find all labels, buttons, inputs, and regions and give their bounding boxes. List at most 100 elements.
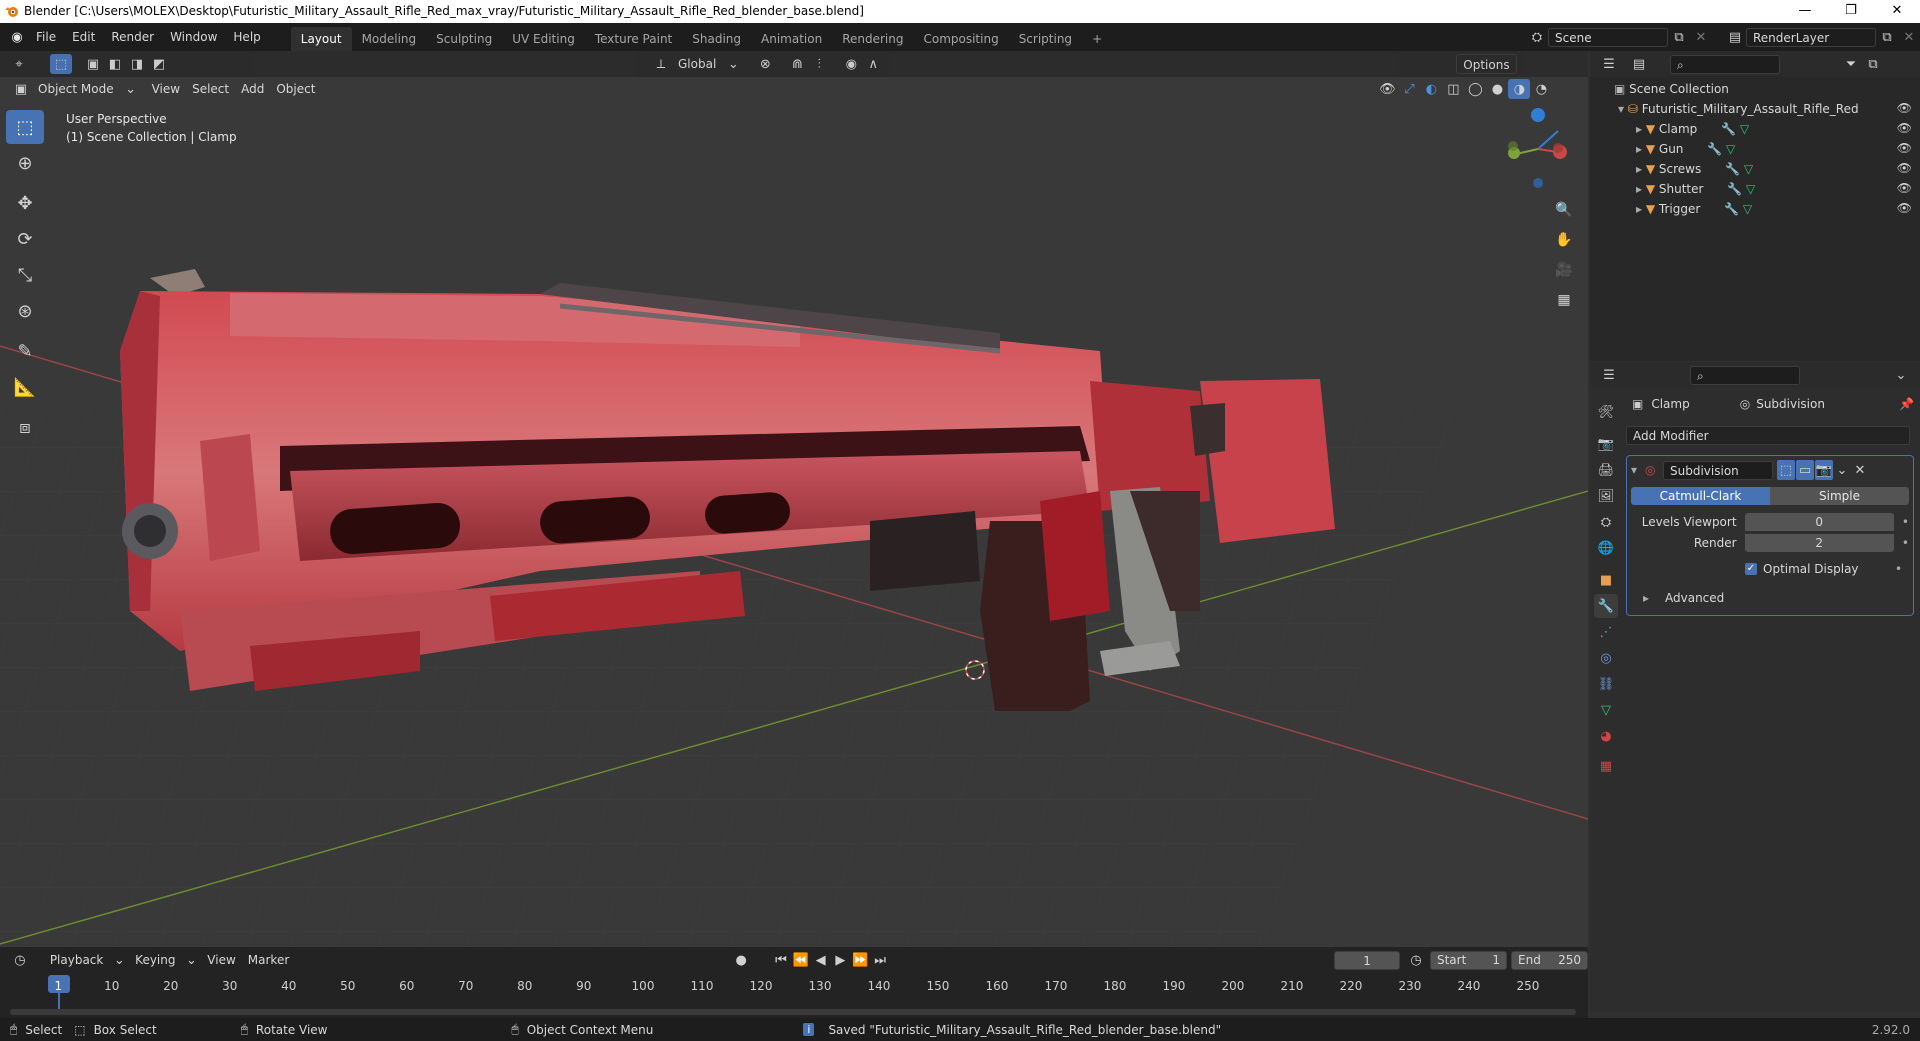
render-layer-field[interactable]: RenderLayer: [1746, 27, 1876, 47]
menu-object[interactable]: Object: [270, 79, 321, 99]
render-tab-icon[interactable]: 📷: [1594, 432, 1618, 456]
select-subtract-icon[interactable]: ◨: [126, 54, 148, 74]
modifier-menu-icon[interactable]: ⌄: [1833, 460, 1851, 480]
add-cube-tool-icon[interactable]: ⧈: [6, 410, 44, 444]
minimize-button[interactable]: —: [1782, 0, 1828, 23]
menu-window[interactable]: Window: [162, 25, 225, 49]
visibility-icon[interactable]: 👁: [1376, 79, 1398, 99]
modifier-name-field[interactable]: Subdivision: [1663, 460, 1773, 480]
render-toggle-icon[interactable]: 📷: [1815, 460, 1833, 480]
select-box-tool-icon[interactable]: ⬚: [6, 110, 44, 144]
new-collection-icon[interactable]: ⧉: [1862, 54, 1884, 74]
trigger-visibility-icon[interactable]: 👁: [1897, 201, 1912, 215]
tab-sculpting[interactable]: Sculpting: [426, 27, 502, 51]
delete-scene-icon[interactable]: ✕: [1690, 27, 1712, 47]
clamp-visibility-icon[interactable]: 👁: [1897, 121, 1912, 135]
frame-ruler[interactable]: 1 10 20 30 40 50 60 70 80 90 100 110 120 130 140 150 160…: [0, 947, 1588, 1018]
view-layer-tab-icon[interactable]: 🖼: [1594, 484, 1618, 508]
add-workspace-button[interactable]: +: [1082, 27, 1112, 51]
tab-texture-paint[interactable]: Texture Paint: [585, 27, 682, 51]
filter-icon[interactable]: ⏷: [1840, 54, 1862, 74]
transform-orientation[interactable]: ⟂ Global ⌄: [650, 54, 744, 74]
measure-tool-icon[interactable]: 📐: [6, 370, 44, 404]
object-mode-dropdown[interactable]: Object Mode: [32, 79, 120, 99]
restore-button[interactable]: ❐: [1828, 0, 1874, 23]
snap-target-icon[interactable]: ⫶: [808, 54, 830, 74]
outliner-object-gun[interactable]: ▸ ▼ Gun 🔧 ▽: [1636, 139, 1735, 159]
menu-file[interactable]: File: [28, 25, 64, 49]
physics-tab-icon[interactable]: ◎: [1594, 646, 1618, 670]
outliner-search-field[interactable]: ⌕: [1670, 54, 1780, 74]
blender-menu-icon[interactable]: ◉: [6, 27, 28, 47]
pin-icon[interactable]: 📌: [1899, 397, 1914, 411]
rotate-tool-icon[interactable]: ⟳: [6, 222, 44, 256]
viewport-toggle-icon[interactable]: ▭: [1796, 460, 1814, 480]
menu-select[interactable]: Select: [186, 79, 235, 99]
outliner-object-screws[interactable]: ▸ ▼ Screws 🔧 ▽: [1636, 159, 1753, 179]
menu-view[interactable]: View: [146, 79, 186, 99]
tab-uv-editing[interactable]: UV Editing: [502, 27, 585, 51]
keyframe-dot-icon[interactable]: •: [1902, 536, 1909, 550]
outliner-editor-icon[interactable]: ☰: [1598, 54, 1620, 74]
outliner-collection-row[interactable]: ▾ ⛁ Futuristic_Military_Assault_Rifle_Re…: [1618, 99, 1859, 119]
data-tab-icon[interactable]: ▽: [1594, 698, 1618, 722]
outliner-object-trigger[interactable]: ▸ ▼ Trigger 🔧 ▽: [1636, 199, 1752, 219]
editor-type-icon[interactable]: ⌖: [8, 54, 30, 74]
render-levels-field[interactable]: 2: [1744, 534, 1894, 552]
outliner-object-shutter[interactable]: ▸ ▼ Shutter 🔧 ▽: [1636, 179, 1755, 199]
tab-rendering[interactable]: Rendering: [832, 27, 913, 51]
remove-modifier-icon[interactable]: ✕: [1851, 460, 1869, 480]
perspective-toggle-icon[interactable]: ▦: [1552, 286, 1576, 314]
tab-animation[interactable]: Animation: [751, 27, 832, 51]
collapse-icon[interactable]: ▾: [1631, 463, 1645, 477]
menu-edit[interactable]: Edit: [64, 25, 103, 49]
select-new-icon[interactable]: ▣: [82, 54, 104, 74]
new-render-layer-icon[interactable]: ⧉: [1876, 27, 1898, 47]
annotate-tool-icon[interactable]: ✎: [6, 334, 44, 368]
optimal-display-checkbox[interactable]: ✓: [1745, 563, 1757, 575]
shutter-visibility-icon[interactable]: 👁: [1897, 181, 1912, 195]
timeline-scrollbar[interactable]: [10, 1009, 1576, 1015]
snap-icon[interactable]: ⋒: [786, 54, 808, 74]
select-extend-icon[interactable]: ◧: [104, 54, 126, 74]
new-scene-icon[interactable]: ⧉: [1668, 27, 1690, 47]
scene-name-field[interactable]: Scene: [1548, 27, 1668, 47]
tab-compositing[interactable]: Compositing: [913, 27, 1008, 51]
falloff-icon[interactable]: ∧: [862, 54, 884, 74]
cursor-tool-icon[interactable]: ⊕: [6, 146, 44, 180]
options-dropdown[interactable]: Options: [1456, 54, 1517, 74]
orientation-dropdown[interactable]: Global: [672, 54, 722, 74]
tab-layout[interactable]: Layout: [290, 27, 352, 51]
outliner-scene-collection[interactable]: ▣ Scene Collection: [1614, 79, 1729, 99]
overlay-icon[interactable]: ◐: [1420, 79, 1442, 99]
pivot-point-icon[interactable]: ⊗: [754, 54, 776, 74]
material-shading-icon[interactable]: ◑: [1508, 79, 1531, 99]
texture-tab-icon[interactable]: ▦: [1594, 754, 1618, 778]
object-tab-icon[interactable]: ■: [1594, 568, 1618, 592]
delete-render-layer-icon[interactable]: ✕: [1898, 27, 1920, 47]
tab-modeling[interactable]: Modeling: [352, 27, 427, 51]
advanced-subpanel[interactable]: ▸ Advanced: [1631, 589, 1909, 607]
move-tool-icon[interactable]: ✥: [6, 186, 44, 220]
display-mode-icon[interactable]: ▤: [1628, 54, 1650, 74]
gun-visibility-icon[interactable]: 👁: [1897, 141, 1912, 155]
camera-view-icon[interactable]: 🎥: [1552, 256, 1576, 284]
solid-shading-icon[interactable]: ●: [1486, 79, 1508, 99]
keyframe-dot-icon[interactable]: •: [1902, 515, 1909, 529]
material-tab-icon[interactable]: ◕: [1594, 724, 1618, 748]
properties-editor-icon[interactable]: ☰: [1598, 365, 1620, 385]
transform-tool-icon[interactable]: ⊛: [6, 294, 44, 328]
levels-viewport-field[interactable]: 0: [1744, 513, 1894, 531]
menu-help[interactable]: Help: [225, 25, 268, 49]
menu-render[interactable]: Render: [103, 25, 162, 49]
gizmo-icon[interactable]: ⤢: [1398, 79, 1420, 99]
tab-scripting[interactable]: Scripting: [1009, 27, 1082, 51]
screws-visibility-icon[interactable]: 👁: [1897, 161, 1912, 175]
select-mode-icon[interactable]: ⬚: [50, 54, 72, 74]
simple-button[interactable]: Simple: [1770, 487, 1909, 505]
collection-visibility-icon[interactable]: 👁: [1897, 101, 1912, 115]
menu-add[interactable]: Add: [235, 79, 270, 99]
world-tab-icon[interactable]: 🌐: [1594, 536, 1618, 560]
catmull-clark-button[interactable]: Catmull-Clark: [1631, 487, 1770, 505]
editmode-toggle-icon[interactable]: ⬚: [1777, 460, 1795, 480]
